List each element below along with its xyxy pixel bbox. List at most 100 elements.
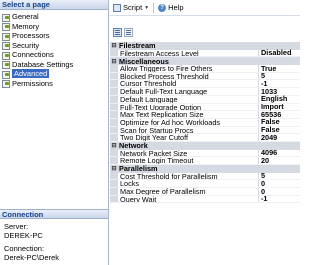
property-value[interactable]: 65536 xyxy=(259,111,281,119)
page-item-label: Connections xyxy=(12,50,54,60)
page-selector-pane: Select a page General Memory Processors Sec… xyxy=(0,0,109,265)
property-value[interactable]: Import xyxy=(259,103,284,111)
connection-label: Connection: xyxy=(4,244,45,253)
property-view-toolbar xyxy=(113,28,133,37)
toolbar-divider xyxy=(153,2,155,13)
script-button[interactable]: Script ▼ xyxy=(113,3,149,12)
property-name: Filestream Access Level xyxy=(118,49,259,57)
property-value[interactable]: 1033 xyxy=(259,88,277,96)
row-gutter xyxy=(110,188,118,195)
page-item-memory[interactable]: Memory xyxy=(0,22,108,32)
connection-header: Connection xyxy=(0,209,108,219)
property-name: Query Wait xyxy=(118,195,259,203)
property-value[interactable]: 4096 xyxy=(259,149,277,157)
property-value[interactable]: English xyxy=(259,95,287,103)
properties-pane: Script ▼ ? Help ⊟ Filestream Filestream Ac… xyxy=(110,0,300,265)
property-name: Network Packet Size xyxy=(118,149,259,157)
property-value[interactable]: False xyxy=(259,126,280,134)
property-name: Allow Triggers to Fire Others xyxy=(118,65,259,72)
page-item-general[interactable]: General xyxy=(0,12,108,22)
alphabetical-view-button[interactable] xyxy=(124,28,133,37)
property-value[interactable]: 5 xyxy=(259,72,265,80)
property-name: Locks xyxy=(118,180,259,188)
row-gutter xyxy=(110,134,118,141)
server-info: Server: DEREK-PC xyxy=(4,222,43,240)
property-name: Two Digit Year Cutoff xyxy=(118,134,259,141)
category-parallelism[interactable]: ⊟ Parallelism xyxy=(110,164,300,173)
property-row[interactable]: Locks 0 xyxy=(110,180,300,189)
collapse-icon[interactable]: ⊟ xyxy=(110,142,118,149)
server-value: DEREK-PC xyxy=(4,231,43,240)
page-icon xyxy=(2,32,10,41)
property-value[interactable]: -1 xyxy=(259,80,268,88)
property-name: Blocked Process Threshold xyxy=(118,72,259,80)
page-list: General Memory Processors Security Connectio… xyxy=(0,12,108,89)
help-button[interactable]: ? Help xyxy=(158,3,184,12)
row-gutter xyxy=(110,118,118,126)
categorized-view-button[interactable] xyxy=(113,28,122,37)
page-icon xyxy=(2,79,10,89)
row-gutter xyxy=(110,65,118,72)
property-row[interactable]: Max Degree of Parallelism 0 xyxy=(110,188,300,196)
connection-info: Connection: Derek-PC\Derek xyxy=(4,244,59,262)
row-gutter xyxy=(110,88,118,95)
page-icon xyxy=(2,22,10,32)
row-gutter xyxy=(110,80,118,88)
row-gutter xyxy=(110,126,118,134)
row-gutter xyxy=(110,180,118,188)
toolbar: Script ▼ ? Help xyxy=(110,0,300,16)
property-row[interactable]: Allow Triggers to Fire Others True xyxy=(110,65,300,73)
property-value[interactable]: 5 xyxy=(259,172,265,180)
page-item-label: Permissions xyxy=(12,78,53,88)
collapse-icon[interactable]: ⊟ xyxy=(110,42,118,49)
property-value[interactable]: 0 xyxy=(259,188,265,196)
script-label: Script xyxy=(123,3,143,12)
collapse-icon[interactable]: ⊟ xyxy=(110,165,118,172)
property-value[interactable]: False xyxy=(259,118,280,126)
property-name: Cost Threshold for Parallelism xyxy=(118,172,259,180)
property-row[interactable]: Query Wait -1 xyxy=(110,195,300,204)
help-icon: ? xyxy=(158,3,167,12)
property-value[interactable]: 20 xyxy=(259,157,269,165)
page-item-database-settings[interactable]: Database Settings xyxy=(0,60,108,70)
page-icon xyxy=(2,41,10,51)
page-item-advanced[interactable]: Advanced xyxy=(0,69,108,79)
chevron-down-icon[interactable]: ▼ xyxy=(144,5,149,11)
select-page-header: Select a page xyxy=(0,0,108,10)
page-item-permissions[interactable]: Permissions xyxy=(0,79,108,89)
page-item-label: Processors xyxy=(12,31,50,41)
page-item-processors[interactable]: Processors xyxy=(0,31,108,41)
property-name: Scan for Startup Procs xyxy=(118,126,259,134)
row-gutter xyxy=(110,72,118,80)
page-item-label: Security xyxy=(12,40,40,50)
help-label: Help xyxy=(168,3,184,12)
property-name: Full-Text Upgrade Option xyxy=(118,103,259,111)
property-value[interactable]: Disabled xyxy=(259,49,291,57)
page-item-label: Memory xyxy=(12,21,40,31)
row-gutter xyxy=(110,49,118,57)
page-icon xyxy=(2,13,10,22)
page-item-label: Database Settings xyxy=(12,59,74,69)
alphabetical-icon xyxy=(126,30,131,35)
page-item-connections[interactable]: Connections xyxy=(0,50,108,60)
page-item-security[interactable]: Security xyxy=(0,41,108,51)
property-name: Cursor Threshold xyxy=(118,80,259,88)
page-icon xyxy=(2,60,10,70)
property-row[interactable]: Blocked Process Threshold 5 xyxy=(110,72,300,81)
property-row[interactable]: Network Packet Size 4096 xyxy=(110,149,300,158)
server-label: Server: xyxy=(4,222,29,231)
row-gutter xyxy=(110,103,118,111)
property-name: Default Full-Text Language xyxy=(118,88,259,95)
property-value[interactable]: 2049 xyxy=(259,134,277,142)
collapse-icon[interactable]: ⊟ xyxy=(110,58,118,65)
row-gutter xyxy=(110,157,118,164)
property-value[interactable]: -1 xyxy=(259,195,268,203)
property-value[interactable]: 0 xyxy=(259,180,265,188)
property-name: Default Language xyxy=(118,95,259,103)
script-icon xyxy=(113,3,121,12)
property-row[interactable]: Cost Threshold for Parallelism 5 xyxy=(110,172,300,181)
property-grid: ⊟ Filestream Filestream Access Level Disabl… xyxy=(110,41,300,204)
row-gutter xyxy=(110,111,118,118)
page-icon xyxy=(2,51,10,60)
property-value[interactable]: True xyxy=(259,65,276,73)
